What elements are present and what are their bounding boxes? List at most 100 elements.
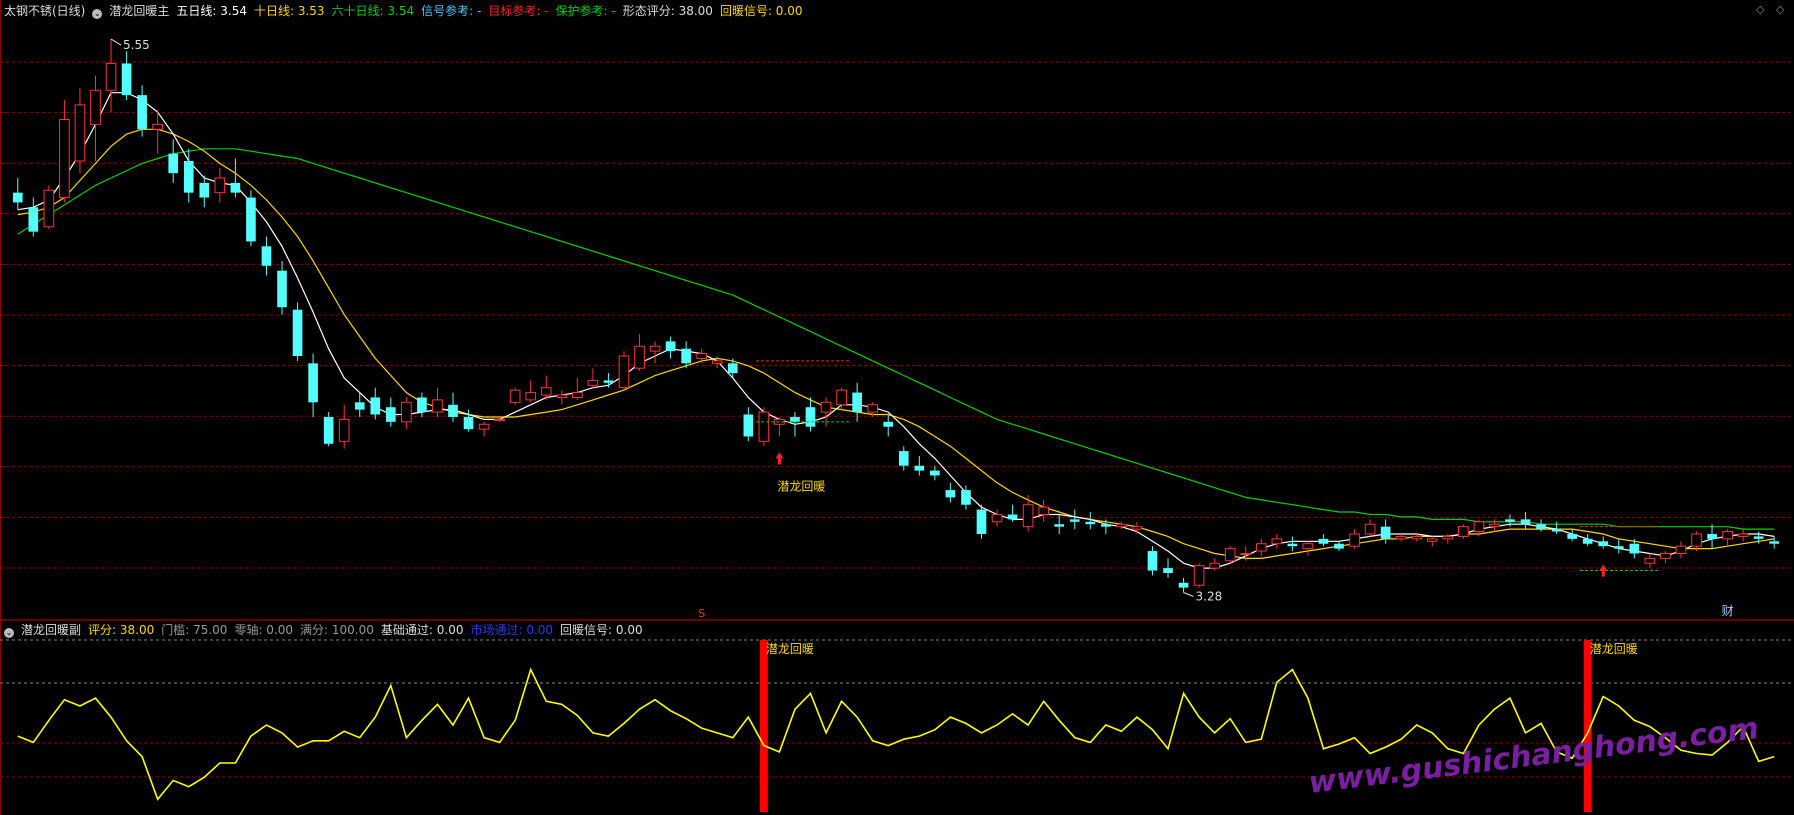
candle-body-up (991, 513, 1003, 523)
candle (1287, 536, 1298, 552)
candle (1224, 546, 1236, 564)
candle (1722, 529, 1733, 547)
candle-body-up (1411, 535, 1423, 540)
candle (1536, 519, 1546, 532)
candle-body-down (976, 509, 987, 534)
candle-body-up (1209, 562, 1220, 569)
candle-body-up (572, 392, 583, 398)
marker-s: S (698, 607, 705, 620)
candle-body-down (1287, 543, 1298, 547)
ma10-line (17, 128, 1775, 560)
candle (386, 397, 396, 427)
candle-body-down (1054, 524, 1065, 527)
candle (1567, 529, 1577, 542)
candle (246, 190, 256, 247)
candle-body-down (930, 470, 940, 476)
candle (1193, 563, 1205, 588)
candle (774, 416, 785, 437)
candle (1458, 524, 1469, 539)
candle (12, 178, 23, 210)
candle-body-down (1753, 536, 1764, 539)
candle-body-down (1163, 568, 1173, 573)
candle (1660, 551, 1671, 564)
candle (214, 168, 226, 203)
candle-body-up (556, 394, 568, 398)
candle-body-up (618, 355, 630, 389)
candle (1255, 538, 1267, 556)
ma60-line (17, 148, 1775, 530)
candle (618, 351, 630, 391)
marker-cai: 财 (1722, 604, 1734, 618)
candle-body-down (1629, 543, 1640, 554)
candle-body-up (1240, 552, 1252, 555)
candle (1707, 524, 1717, 549)
candle (1613, 538, 1624, 554)
candle-body-down (805, 407, 816, 427)
candle-body-down (1520, 519, 1531, 525)
candle-body-down (1380, 526, 1391, 539)
candle (1737, 529, 1749, 542)
candle (805, 397, 816, 432)
sub-signal-label: 潜龙回暖 (766, 642, 814, 656)
candle-body-down (1769, 541, 1780, 544)
candle-body-down (137, 95, 147, 130)
candle (1147, 546, 1158, 576)
kline-chart[interactable]: 5.553.28潜龙回暖S 财 潜龙回暖 潜龙回暖 www.gushichangho… (0, 0, 1794, 815)
candle-body-down (743, 414, 754, 437)
candle-body-up (1022, 504, 1034, 528)
candle (665, 336, 676, 359)
candles (12, 39, 1780, 593)
candle (883, 414, 894, 437)
candle (711, 356, 723, 369)
candle (1426, 536, 1438, 547)
signal-bar (759, 640, 768, 812)
candle (261, 236, 272, 276)
candle-body-down (1147, 551, 1158, 571)
candle (976, 504, 987, 539)
signal-label: 潜龙回暖 (777, 479, 825, 493)
candle-body-down (463, 416, 474, 430)
candle (1131, 521, 1143, 534)
candle-body-up (1349, 533, 1360, 547)
candle-body-down (681, 348, 691, 364)
candle-body-up (494, 418, 505, 421)
candle (478, 421, 490, 437)
candle (432, 387, 443, 417)
candle-body-up (696, 353, 708, 359)
candle (1395, 533, 1407, 542)
candle-body-up (90, 89, 101, 125)
candle-body-up (1038, 506, 1049, 515)
candle-body-up (432, 399, 443, 413)
candle-body-down (183, 160, 194, 193)
candle-body-down (961, 490, 971, 505)
candle-body-down (230, 182, 241, 193)
candle-body-up (478, 423, 490, 430)
candle (1007, 504, 1018, 522)
candle-body-up (634, 345, 645, 369)
watermark-text: www.gushichanghong.com (1307, 711, 1761, 801)
candle-body-up (758, 411, 770, 442)
candle-body-up (1675, 545, 1687, 554)
candle-body-up (1271, 538, 1283, 545)
candle (945, 482, 956, 503)
candle-body-up (105, 62, 117, 91)
candle (525, 380, 537, 403)
candle (1364, 519, 1376, 537)
candle-body-down (448, 404, 458, 417)
candle-body-down (370, 397, 381, 415)
candle (1582, 533, 1593, 547)
low-price-label: 3.28 (1196, 589, 1223, 603)
signal-up-arrow-icon (1599, 564, 1608, 577)
candle-body-down (1069, 519, 1080, 522)
candle (1644, 553, 1656, 569)
candle (587, 368, 599, 388)
candle-body-up (525, 392, 537, 401)
candle-body-up (214, 177, 226, 194)
candle (168, 139, 179, 183)
candle-body-up (43, 189, 55, 228)
candle (199, 175, 210, 208)
candle-body-up (540, 387, 552, 396)
candle-body-down (1334, 543, 1344, 549)
candle-body-down (1598, 541, 1609, 547)
candle (1380, 519, 1391, 544)
